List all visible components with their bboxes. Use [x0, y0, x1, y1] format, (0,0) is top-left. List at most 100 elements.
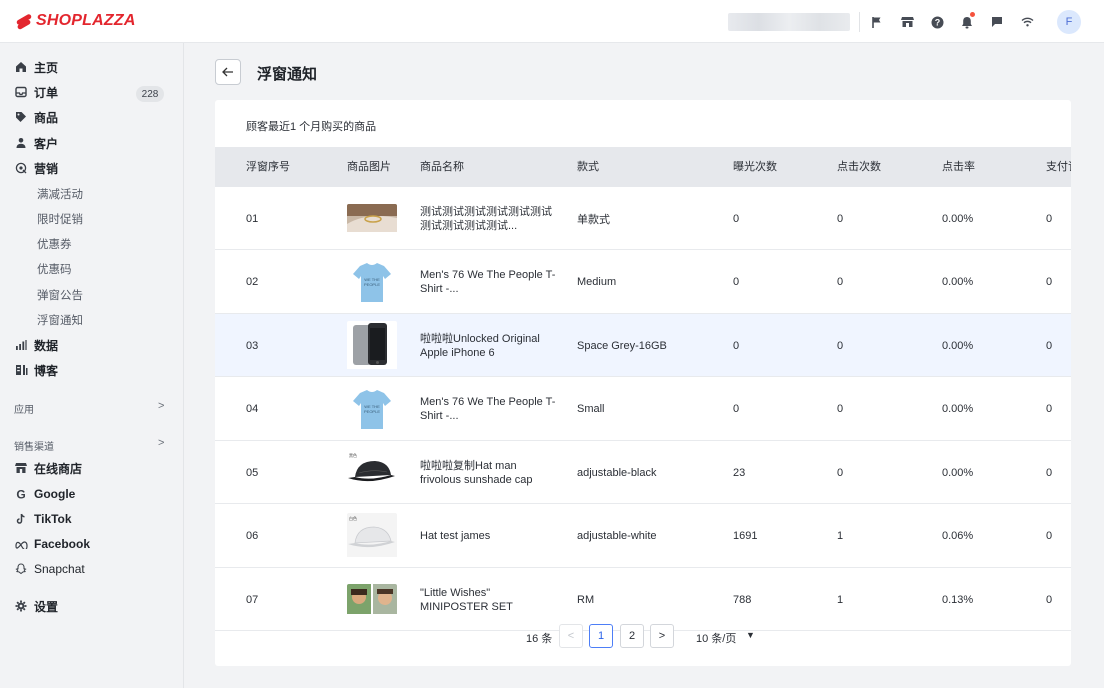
- card-subtitle: 顾客最近1 个月购买的商品: [246, 121, 377, 133]
- sidebar-item-label: 主页: [34, 60, 59, 75]
- sidebar-subitem-popup[interactable]: 弹窗公告: [37, 286, 83, 304]
- sidebar-item-snapchat[interactable]: Snapchat: [14, 559, 85, 579]
- column-header-index: 浮窗序号: [246, 161, 290, 173]
- prev-page-button[interactable]: <: [559, 624, 583, 648]
- apps-section-label[interactable]: 应用: [14, 401, 34, 416]
- person-icon: [14, 136, 28, 150]
- page-button-1[interactable]: 1: [589, 624, 613, 648]
- chevron-right-icon[interactable]: >: [158, 437, 164, 449]
- sidebar-item-facebook[interactable]: Facebook: [14, 534, 90, 554]
- table-row[interactable]: WE THE PEOPLE 02 Men's 76 We The People T-S…: [215, 251, 1071, 314]
- gear-icon: [14, 599, 28, 613]
- page-button-2[interactable]: 2: [620, 624, 644, 648]
- page-title: 浮窗通知: [257, 66, 318, 83]
- sidebar-item-label: Google: [34, 487, 76, 501]
- avatar[interactable]: F: [1057, 10, 1081, 34]
- sidebar-item-analytics[interactable]: 数据: [14, 335, 58, 355]
- sidebar-item-label: 博客: [34, 363, 59, 378]
- caret-down-icon[interactable]: ▼: [746, 630, 755, 640]
- chart-icon: [14, 338, 28, 352]
- cell-index: 06: [246, 530, 259, 542]
- sidebar-item-settings[interactable]: 设置: [14, 596, 58, 616]
- flag-icon[interactable]: [866, 10, 888, 34]
- cell-paid-orders: 0: [1046, 276, 1053, 288]
- sidebar-item-label: 营销: [34, 161, 59, 176]
- table-row[interactable]: 07 "Little Wishes" MINIPOSTER SET RM 788 1 0.…: [215, 568, 1071, 631]
- sidebar-item-orders[interactable]: 订单: [14, 82, 58, 102]
- column-header-impressions: 曝光次数: [733, 161, 777, 173]
- table-row[interactable]: 白色 06 Hat test james adjustable-white 1691 1 0…: [215, 505, 1071, 568]
- top-bar: SHOPLAZZA ? F: [0, 0, 1104, 43]
- cell-ctr: 0.00%: [942, 212, 974, 225]
- cell-impressions: 0: [733, 403, 740, 415]
- help-icon[interactable]: ?: [926, 10, 948, 34]
- sales-channels-section-label[interactable]: 销售渠道: [14, 438, 54, 453]
- divider: [859, 12, 860, 32]
- store-icon[interactable]: [896, 10, 918, 34]
- cell-impressions: 23: [733, 466, 746, 479]
- sidebar-subitem-discount-codes[interactable]: 优惠码: [37, 260, 72, 278]
- product-thumbnail: WE THE PEOPLE: [352, 260, 392, 307]
- chevron-right-icon[interactable]: >: [158, 400, 164, 412]
- table-row[interactable]: 03 啦啦啦Unlocked Original Apple iPhone 6 Spa…: [215, 314, 1071, 377]
- cell-impressions: 0: [733, 276, 740, 288]
- bell-icon[interactable]: [956, 10, 978, 34]
- cell-clicks: 0: [837, 276, 844, 288]
- sidebar-item-label: TikTok: [34, 512, 72, 526]
- table-row[interactable]: WE THE PEOPLE 04 Men's 76 We The People T-S…: [215, 378, 1071, 441]
- sidebar-subitem-floating-notice[interactable]: 浮窗通知: [37, 311, 83, 329]
- product-thumbnail: [347, 204, 397, 235]
- svg-text:G: G: [16, 488, 25, 500]
- cell-variant: adjustable-black: [577, 466, 657, 479]
- cell-variant: Medium: [577, 276, 617, 288]
- sidebar-item-blog[interactable]: 博客: [14, 360, 58, 380]
- snapchat-icon: [14, 562, 28, 576]
- product-thumbnail: 黑色: [347, 451, 397, 494]
- product-thumbnail: WE THE PEOPLE: [352, 387, 392, 434]
- logo-text: SHOPLAZZA: [36, 12, 136, 29]
- next-page-button[interactable]: >: [650, 624, 674, 648]
- sidebar-item-marketing[interactable]: 营销: [14, 158, 58, 178]
- sidebar-subitem-full-reduction[interactable]: 满减活动: [37, 185, 83, 203]
- cell-product-name: Men's 76 We The People T-Shirt -...: [420, 396, 556, 422]
- sidebar: 主页 订单 228 商品 客户 营销 满减活动 限时促销 优惠券 优惠码 弹窗公…: [0, 43, 184, 688]
- sidebar-item-label: Snapchat: [34, 562, 85, 576]
- back-button[interactable]: [215, 59, 241, 85]
- svg-text:PEOPLE: PEOPLE: [364, 409, 380, 414]
- store-name-redacted: [728, 13, 850, 31]
- pagination-total: 16 条: [526, 633, 553, 645]
- cell-ctr: 0.00%: [942, 339, 974, 352]
- sidebar-item-label: 设置: [34, 599, 59, 614]
- cell-paid-orders: 0: [1046, 339, 1053, 352]
- table-row[interactable]: 黑色 05 啦啦啦复制Hat man frivolous sunshade cap a…: [215, 441, 1071, 504]
- notification-dot: [970, 12, 975, 17]
- tag-icon: [14, 110, 28, 124]
- cell-paid-orders: 0: [1046, 530, 1053, 542]
- sidebar-item-tiktok[interactable]: TikTok: [14, 509, 72, 529]
- cell-product-name: 啦啦啦Unlocked Original Apple iPhone 6: [420, 332, 540, 359]
- product-thumbnail: [347, 584, 397, 617]
- sidebar-item-online-store[interactable]: 在线商店: [14, 458, 82, 478]
- sidebar-item-label: 商品: [34, 110, 59, 125]
- cell-ctr: 0.13%: [942, 593, 974, 606]
- sidebar-item-label: 订单: [34, 85, 59, 100]
- sidebar-subitem-flash-sale[interactable]: 限时促销: [37, 210, 83, 228]
- sidebar-item-products[interactable]: 商品: [14, 107, 58, 127]
- table-header: 浮窗序号 商品图片 商品名称 款式 曝光次数 点击次数 点击率 支付订: [215, 147, 1071, 187]
- svg-text:?: ?: [934, 17, 940, 27]
- table-row[interactable]: 01 测试测试测试测试测试测试测试测试测试测试... 单款式 0 0 0.00% 0: [215, 187, 1071, 250]
- sidebar-subitem-coupons[interactable]: 优惠券: [37, 235, 72, 253]
- shoplazza-logo[interactable]: SHOPLAZZA: [15, 12, 136, 31]
- sidebar-item-home[interactable]: 主页: [14, 57, 58, 77]
- sidebar-item-label: 数据: [34, 338, 59, 353]
- cell-index: 07: [246, 593, 259, 606]
- sidebar-item-customers[interactable]: 客户: [14, 133, 58, 153]
- page-size-select[interactable]: 10 条/页: [696, 630, 736, 646]
- arrow-left-icon: [222, 67, 233, 77]
- cell-ctr: 0.06%: [942, 530, 974, 542]
- cell-product-name: "Little Wishes" MINIPOSTER SET: [420, 586, 513, 613]
- column-header-ctr: 点击率: [942, 161, 975, 173]
- sidebar-item-google[interactable]: G Google: [14, 484, 75, 504]
- chat-icon[interactable]: [986, 10, 1008, 34]
- wifi-icon[interactable]: [1016, 10, 1038, 34]
